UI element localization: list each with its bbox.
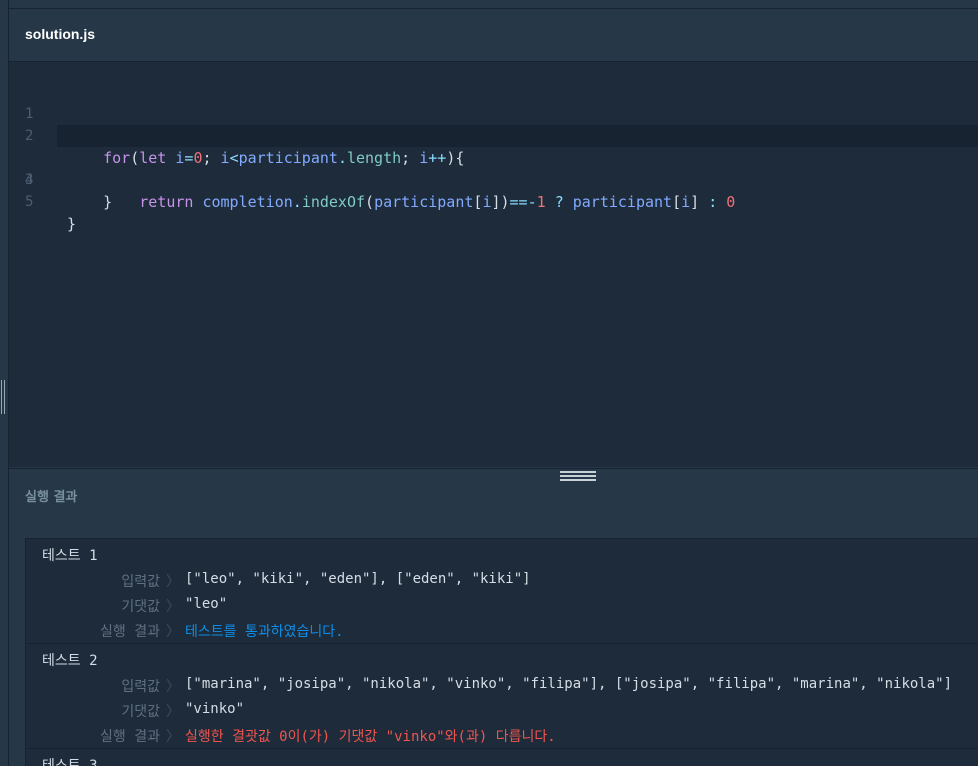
- results-panel[interactable]: 테스트 1 입력값 〉 ["leo", "kiki", "eden"], ["e…: [9, 522, 978, 766]
- result-message: 실행한 결괏값 0이(가) 기댓값 "vinko"와(과) 다릅니다.: [185, 729, 556, 745]
- separator-icon: 〉: [166, 729, 180, 745]
- panel-resize-handle[interactable]: [1, 380, 5, 414]
- test-title: 테스트 1: [42, 548, 98, 564]
- expected-value: "vinko": [185, 701, 245, 717]
- separator-icon: 〉: [166, 679, 180, 695]
- code-line-1[interactable]: 1 function solution(participant, complet…: [9, 81, 978, 145]
- test-case-3: 테스트 3: [25, 748, 978, 766]
- expected-value: "leo": [185, 596, 228, 612]
- code-editor[interactable]: 1 function solution(participant, complet…: [9, 62, 978, 467]
- resize-handle-icon[interactable]: [560, 471, 596, 481]
- code-text[interactable]: }: [67, 191, 112, 213]
- code-line-3[interactable]: 3 return completion.indexOf(participant[…: [9, 125, 978, 211]
- separator-icon: 〉: [166, 704, 180, 720]
- test-title: 테스트 3: [42, 758, 98, 766]
- code-line-2[interactable]: 2 for(let i=0; i<participant.length; i++…: [9, 103, 978, 167]
- separator-icon: 〉: [166, 624, 180, 640]
- left-panel-edge: [0, 0, 9, 766]
- results-header: 실행 결과: [9, 468, 978, 523]
- expected-label: 기댓값: [121, 599, 160, 615]
- input-value: ["marina", "josipa", "nikola", "vinko", …: [185, 676, 953, 692]
- test-case-2: 테스트 2 입력값 〉 ["marina", "josipa", "nikola…: [25, 643, 978, 749]
- result-message: 테스트를 통과하였습니다.: [185, 624, 344, 640]
- separator-icon: 〉: [166, 574, 180, 590]
- file-tab-header: solution.js: [9, 9, 978, 62]
- input-label: 입력값: [121, 679, 160, 695]
- code-text[interactable]: return completion.indexOf(participant[i]…: [67, 191, 735, 213]
- input-label: 입력값: [121, 574, 160, 590]
- top-strip: [9, 0, 978, 9]
- active-line-highlight: [57, 125, 978, 147]
- result-label: 실행 결과: [100, 624, 160, 640]
- results-title: 실행 결과: [25, 490, 78, 505]
- result-label: 실행 결과: [100, 729, 160, 745]
- test-title: 테스트 2: [42, 653, 98, 669]
- input-value: ["leo", "kiki", "eden"], ["eden", "kiki"…: [185, 571, 531, 587]
- line-number: 5: [25, 194, 34, 210]
- code-line-5[interactable]: 5 }: [9, 169, 978, 233]
- expected-label: 기댓값: [121, 704, 160, 720]
- code-line-4[interactable]: 4 }: [9, 147, 978, 211]
- code-text[interactable]: }: [67, 213, 76, 235]
- test-case-1: 테스트 1 입력값 〉 ["leo", "kiki", "eden"], ["e…: [25, 538, 978, 644]
- file-name[interactable]: solution.js: [25, 26, 95, 42]
- separator-icon: 〉: [166, 599, 180, 615]
